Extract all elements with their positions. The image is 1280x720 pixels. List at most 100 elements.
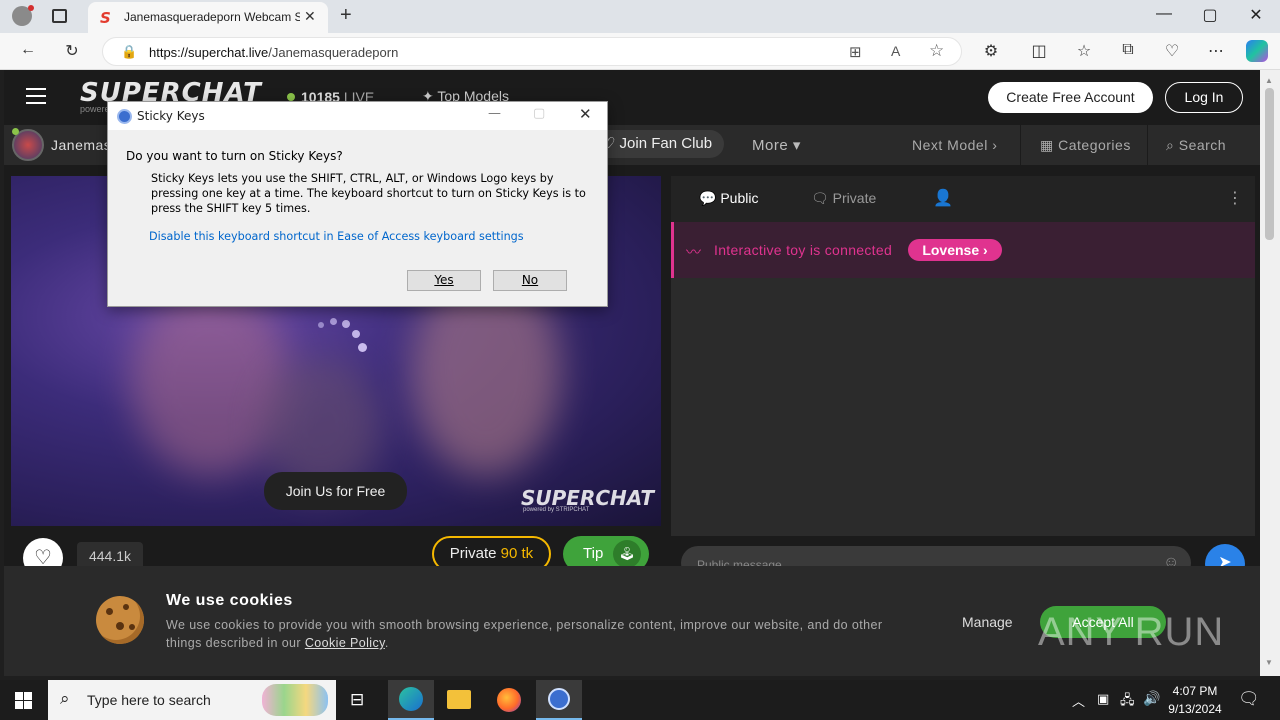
device-icon[interactable]: ▣ [1097, 691, 1109, 707]
taskbar-search-placeholder: Type here to search [87, 692, 211, 708]
search-highlight-icon [262, 684, 328, 716]
no-button[interactable]: No [493, 270, 567, 291]
live-dot-icon [287, 93, 295, 101]
join-free-button[interactable]: Join Us for Free [264, 472, 407, 510]
chevron-right-icon: › [992, 137, 998, 153]
firefox-icon[interactable] [497, 688, 521, 712]
chat-bubble-icon: 💬 [699, 190, 717, 206]
refresh-icon[interactable]: ↻ [60, 41, 84, 61]
yes-button[interactable]: Yes [407, 270, 481, 291]
lovense-button[interactable]: Lovense › [908, 239, 1002, 261]
search-link[interactable]: ⌕ Search [1166, 137, 1226, 154]
address-bar[interactable]: 🔒 https://superchat.live/Janemasqueradep… [102, 37, 962, 66]
tab-public[interactable]: 💬 Public [699, 190, 758, 207]
window-close-button[interactable]: ✕ [1233, 5, 1279, 25]
window-maximize-button[interactable]: ▢ [1187, 5, 1233, 25]
chat-tabs: 💬 Public 🗨 Private 👤 ⋮ [671, 176, 1255, 222]
chat-more-icon[interactable]: ⋮ [1227, 188, 1243, 208]
tab-title: Janemasqueradeporn Webcam S [124, 10, 300, 24]
toy-text: Interactive toy is connected [714, 242, 893, 258]
cookie-policy-link[interactable]: Cookie Policy [305, 636, 385, 650]
loading-spinner-icon [316, 318, 368, 358]
notifications-icon[interactable]: 🗨 [1238, 689, 1260, 709]
back-icon[interactable]: ← [16, 41, 40, 59]
dialog-title: Sticky Keys [137, 109, 205, 123]
tab-private[interactable]: 🗨 Private [811, 190, 876, 207]
next-model-link[interactable]: Next Model › [912, 137, 997, 153]
dialog-minimize-button[interactable]: — [488, 106, 501, 121]
file-explorer-icon[interactable] [447, 690, 471, 709]
browser-tabstrip: S Janemasqueradeporn Webcam S ✕ + — ▢ ✕ [0, 0, 1280, 33]
ease-of-access-taskbar-icon[interactable] [536, 680, 582, 720]
hamburger-menu-icon[interactable] [26, 88, 46, 104]
edge-taskbar-icon[interactable] [388, 680, 434, 720]
app-available-icon[interactable]: ⊞ [849, 43, 862, 61]
cookie-body: We use cookies to provide you with smoot… [166, 618, 883, 650]
taskbar-search-box[interactable]: ⌕ Type here to search [48, 680, 336, 720]
lock-icon[interactable]: 🔒 [121, 44, 137, 60]
split-screen-icon[interactable]: ◫ [1027, 41, 1051, 61]
video-watermark-sub: powered by STRIPCHAT [523, 507, 590, 513]
tip-joystick-icon: 🕹 [613, 540, 641, 568]
profile-alert-dot [28, 5, 34, 11]
browser-essentials-icon[interactable]: ♡ [1160, 41, 1184, 61]
show-hidden-icons-icon[interactable]: ︿ [1072, 691, 1085, 710]
favorites-icon[interactable]: ☆ [1072, 41, 1096, 61]
browser-toolbar: ← ↻ 🔒 https://superchat.live/Janemasquer… [0, 33, 1280, 70]
url-text: https://superchat.live/Janemasqueradepor… [149, 45, 399, 60]
nav-divider [1147, 125, 1148, 165]
anyrun-watermark: ANY RUN [1038, 610, 1225, 654]
taskbar-date[interactable]: 9/13/2024 [1166, 702, 1224, 716]
windows-taskbar: ⌕ Type here to search ⊟ ︿ ▣ 🖧 🔊 4:07 PM … [0, 680, 1280, 720]
window-minimize-button[interactable]: — [1141, 5, 1187, 23]
read-aloud-icon[interactable]: A [891, 43, 900, 59]
grid-icon: ▦ [1040, 137, 1054, 153]
settings-more-icon[interactable]: ⋯ [1204, 41, 1228, 61]
superchat-favicon-icon: S [100, 9, 111, 27]
nav-divider [1020, 125, 1021, 165]
search-icon: ⌕ [60, 689, 70, 708]
scroll-down-icon[interactable]: ▼ [1265, 658, 1273, 667]
search-icon: ⌕ [1166, 137, 1175, 153]
favorite-star-icon[interactable]: ☆ [929, 41, 944, 61]
tab-active[interactable]: S Janemasqueradeporn Webcam S ✕ [88, 2, 328, 33]
more-menu[interactable]: More ▾ [752, 136, 801, 154]
dialog-description: Sticky Keys lets you use the SHIFT, CTRL… [151, 172, 586, 215]
new-tab-icon[interactable]: + [340, 4, 352, 27]
users-icon[interactable]: 👤 [933, 188, 953, 208]
video-controls: ♡ 444.1k Private 90 tk Tip 🕹 [11, 526, 661, 578]
copilot-icon[interactable] [1246, 40, 1268, 62]
chat-panel: 💬 Public 🗨 Private 👤 ⋮ 〰 Interactive toy… [671, 176, 1255, 536]
tab-close-icon[interactable]: ✕ [304, 8, 316, 25]
network-icon[interactable]: 🖧 [1120, 691, 1135, 713]
model-name[interactable]: Janemas [51, 137, 111, 153]
extensions-icon[interactable]: ⚙ [979, 41, 1003, 61]
taskbar-time[interactable]: 4:07 PM [1172, 684, 1218, 698]
cookie-title: We use cookies [166, 592, 293, 609]
windows-start-icon[interactable] [15, 692, 32, 709]
login-button[interactable]: Log In [1165, 82, 1243, 113]
chat-bubbles-icon: 🗨 [811, 190, 829, 206]
scroll-up-icon[interactable]: ▲ [1265, 76, 1273, 85]
scroll-thumb[interactable] [1265, 88, 1274, 240]
disable-shortcut-link[interactable]: Disable this keyboard shortcut in Ease o… [149, 230, 524, 243]
volume-icon[interactable]: 🔊 [1143, 690, 1160, 707]
task-view-icon[interactable]: ⊟ [350, 690, 364, 710]
collections-icon[interactable]: ⧉ [1116, 41, 1140, 59]
toy-connected-banner: 〰 Interactive toy is connected Lovense › [671, 222, 1255, 278]
tab-actions-icon[interactable] [52, 9, 67, 23]
page-scrollbar[interactable]: ▲ ▼ [1260, 70, 1280, 676]
vibration-icon: 〰 [686, 244, 702, 261]
join-fan-club-button[interactable]: ♡ Join Fan Club [590, 130, 724, 158]
manage-cookies-button[interactable]: Manage [962, 614, 1013, 630]
cookie-icon [96, 596, 144, 644]
ease-of-access-icon [117, 109, 132, 124]
dialog-close-button[interactable]: ✕ [579, 105, 592, 123]
dialog-titlebar: Sticky Keys — ▢ ✕ [108, 102, 607, 130]
online-indicator [12, 128, 19, 135]
sticky-keys-dialog: Sticky Keys — ▢ ✕ Do you want to turn on… [107, 101, 608, 307]
dialog-question: Do you want to turn on Sticky Keys? [126, 149, 343, 163]
categories-link[interactable]: ▦ Categories [1040, 137, 1131, 154]
dialog-maximize-button: ▢ [533, 106, 546, 121]
create-account-button[interactable]: Create Free Account [988, 82, 1153, 113]
